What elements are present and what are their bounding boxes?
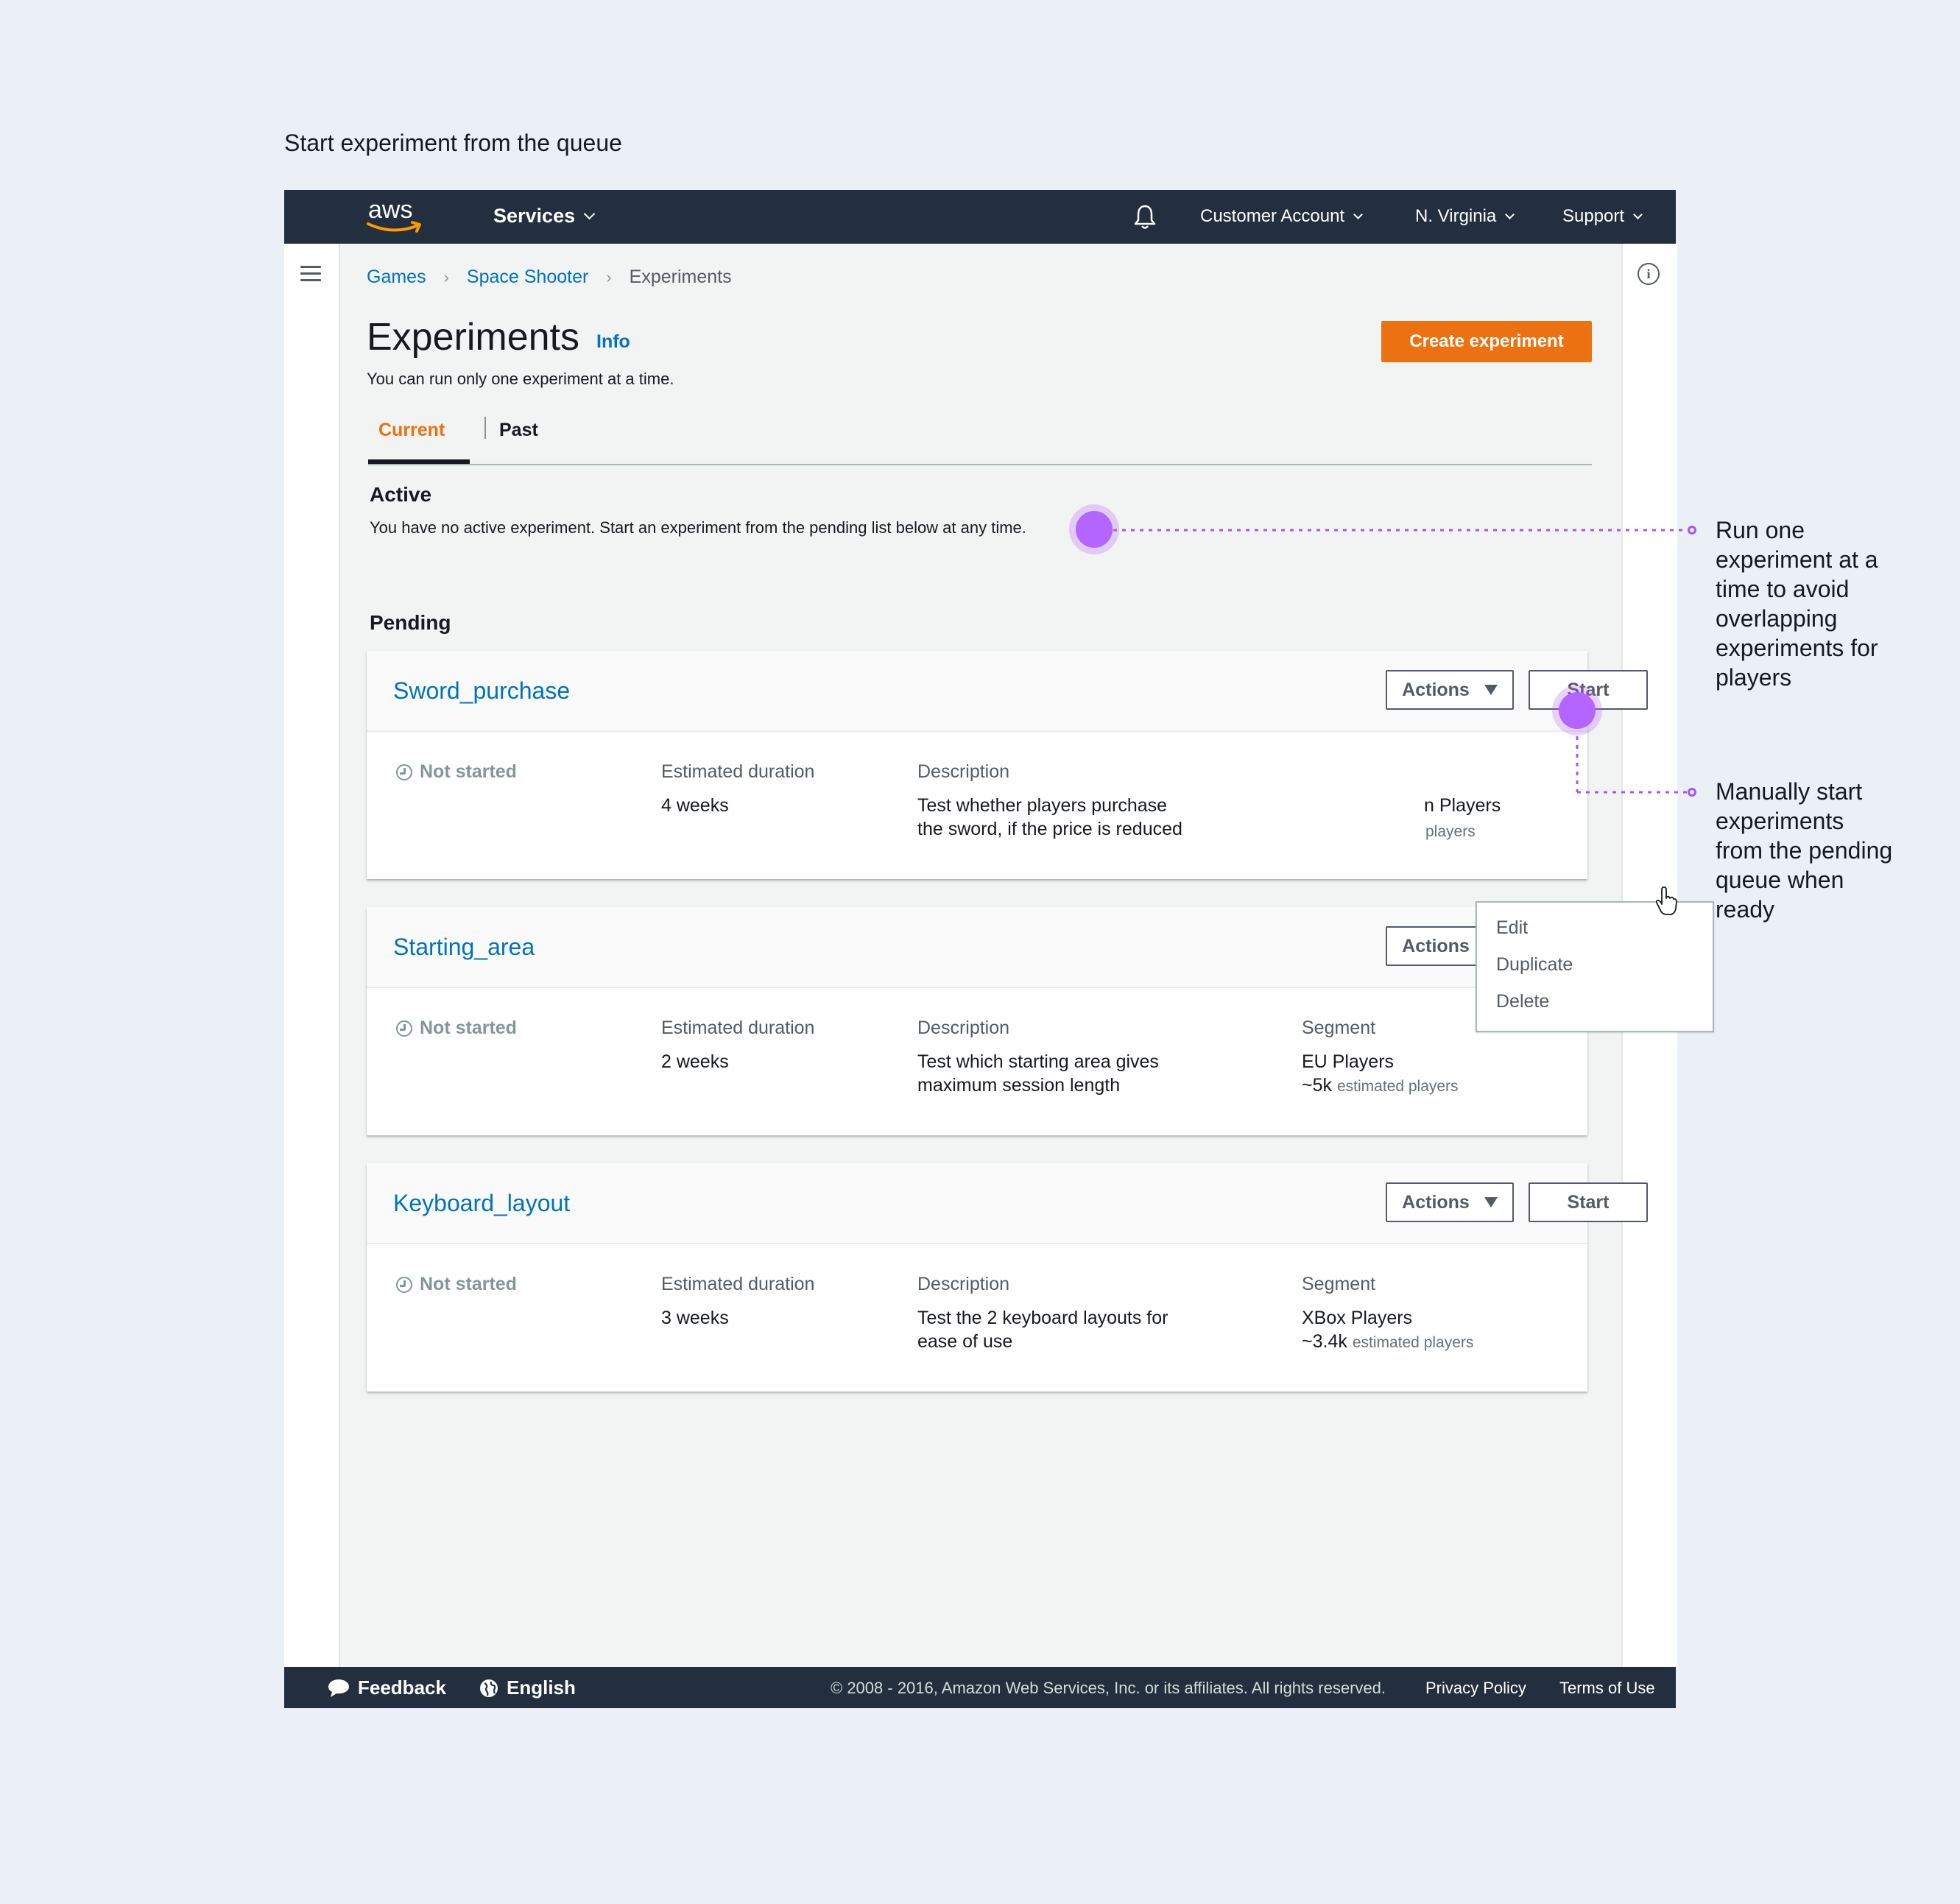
annotation-line: ready <box>1716 896 1775 923</box>
annotation-line: experiments for <box>1716 635 1878 661</box>
annotation-line: overlapping <box>1716 605 1838 632</box>
annotation-line: from the pending <box>1716 837 1893 864</box>
annotation-hotspot-start <box>1559 692 1596 729</box>
annotation-line: time to avoid <box>1716 576 1850 602</box>
annotation-line: queue when <box>1716 867 1844 893</box>
annotation-anchor-ring <box>1688 788 1696 797</box>
annotation-line: Manually start <box>1716 778 1863 805</box>
annotation-anchor-ring <box>1688 526 1696 535</box>
annotation-line: Run one <box>1716 517 1805 543</box>
annotation-line: experiment at a <box>1716 546 1878 573</box>
annotation-manual-start: Manually start experiments from the pend… <box>1716 777 1892 924</box>
annotation-line: experiments <box>1716 808 1844 834</box>
annotation-connectors <box>1113 529 1688 794</box>
annotation-hotspot-active <box>1076 511 1113 548</box>
annotation-line: players <box>1716 664 1792 691</box>
annotation-run-one: Run one experiment at a time to avoid ov… <box>1716 515 1878 692</box>
